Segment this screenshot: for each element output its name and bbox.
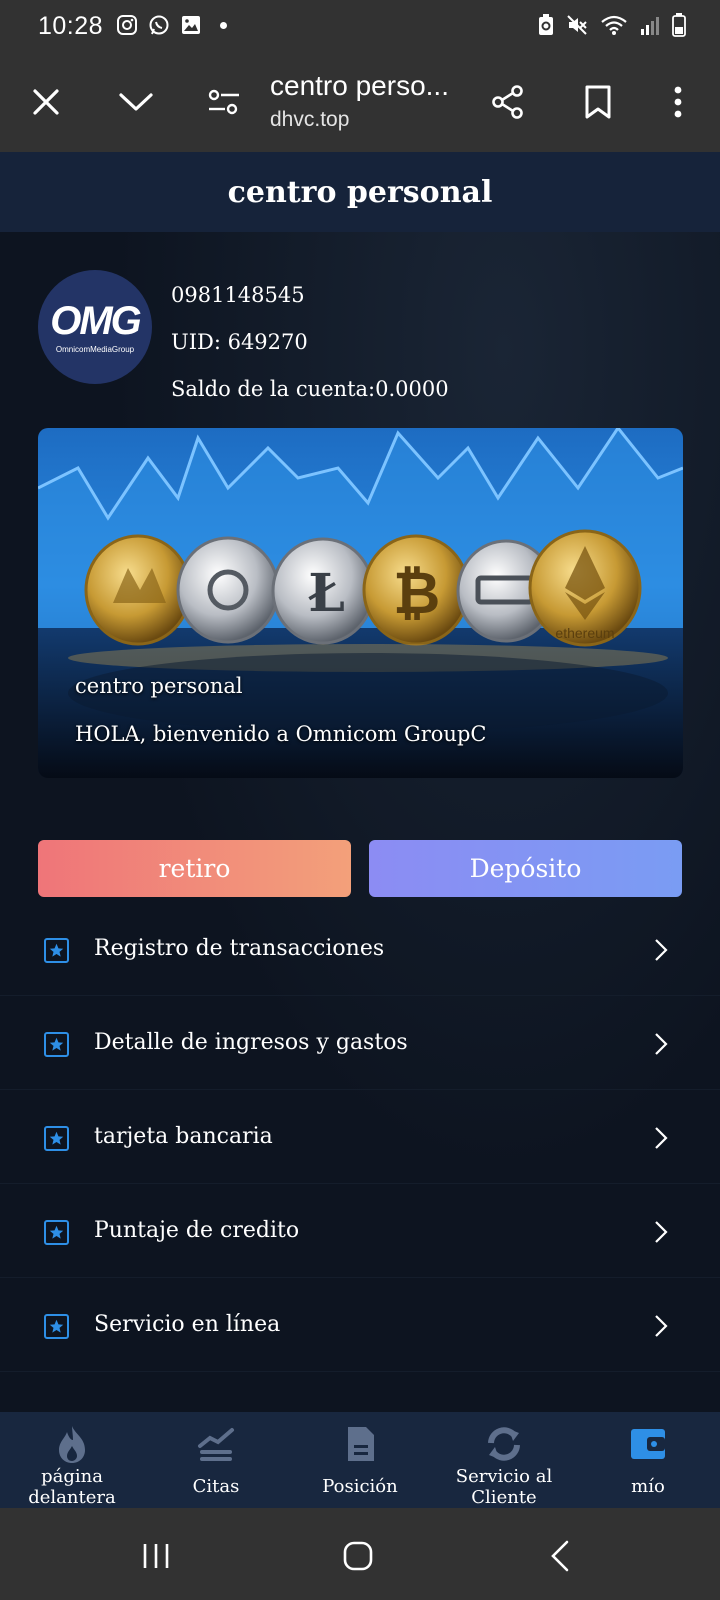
page-header: centro personal	[0, 152, 720, 232]
banner-welcome-text: HOLA, bienvenido a Omnicom GroupC	[75, 722, 487, 746]
nav-label: página delantera	[28, 1466, 116, 1508]
star-icon	[44, 1314, 69, 1339]
chevron-right-icon	[654, 1220, 668, 1248]
avatar-logo-subtext: OmnicomMediaGroup	[55, 344, 135, 354]
menu-item-label: Detalle de ingresos y gastos	[94, 1030, 408, 1055]
user-info: 0981148545 UID: 649270 Saldo de la cuent…	[171, 272, 449, 413]
main-content: OMG OmnicomMediaGroup 0981148545 UID: 64…	[0, 232, 720, 1412]
flame-icon	[55, 1424, 89, 1464]
star-icon	[44, 938, 69, 963]
wifi-icon	[600, 14, 628, 41]
menu-item-credit-score[interactable]: Puntaje de credito	[0, 1184, 720, 1278]
notification-dot-icon	[220, 21, 227, 29]
chevron-right-icon	[654, 1032, 668, 1060]
more-vertical-icon	[674, 86, 682, 118]
nav-label: Servicio al Cliente	[455, 1466, 553, 1508]
share-icon	[492, 85, 523, 119]
whatsapp-icon	[148, 14, 170, 36]
deposit-button[interactable]: Depósito	[369, 840, 682, 897]
back-icon	[551, 1540, 569, 1572]
svg-text:₿: ₿	[393, 561, 440, 626]
home-button[interactable]	[338, 1536, 378, 1576]
nav-quotes[interactable]: Citas	[144, 1412, 288, 1508]
nav-label: Posición	[322, 1476, 398, 1497]
battery-icon	[672, 13, 686, 42]
share-button[interactable]	[482, 76, 534, 128]
user-phone: 0981148545	[171, 283, 305, 307]
chevron-right-icon	[654, 1126, 668, 1154]
star-icon	[44, 1220, 69, 1245]
nav-label: mío	[631, 1476, 665, 1497]
menu-item-transactions[interactable]: Registro de transacciones	[0, 902, 720, 996]
home-icon	[343, 1541, 373, 1571]
browser-toolbar: centro perso... dhvc.top	[0, 52, 720, 152]
signal-icon	[640, 14, 660, 41]
menu-item-label: tarjeta bancaria	[94, 1124, 273, 1149]
menu-item-label: Registro de transacciones	[94, 936, 385, 961]
document-icon	[344, 1424, 376, 1464]
avatar-logo-text: OMG	[50, 298, 142, 343]
minimize-button[interactable]	[110, 76, 162, 128]
bookmark-button[interactable]	[572, 76, 624, 128]
bottom-navigation: página delantera Citas Posición Servicio…	[0, 1412, 720, 1508]
chevron-right-icon	[654, 938, 668, 966]
chart-lines-icon	[196, 1424, 236, 1464]
chevron-down-icon	[119, 93, 153, 111]
account-balance: Saldo de la cuenta:0.0000	[171, 377, 449, 401]
nav-label: Citas	[192, 1476, 240, 1497]
star-icon	[44, 1032, 69, 1057]
star-icon	[44, 1126, 69, 1151]
tune-icon	[208, 89, 239, 115]
gallery-icon	[180, 14, 202, 36]
menu-item-bank-card[interactable]: tarjeta bancaria	[0, 1090, 720, 1184]
nav-mine[interactable]: mío	[576, 1412, 720, 1508]
account-menu: Registro de transacciones Detalle de ing…	[0, 902, 720, 1372]
close-icon	[33, 89, 59, 115]
chevron-right-icon	[654, 1314, 668, 1342]
battery-saver-icon	[538, 14, 554, 41]
page-title: centro personal	[227, 174, 493, 210]
nav-home[interactable]: página delantera	[0, 1412, 144, 1508]
bookmark-icon	[585, 85, 611, 119]
browser-page-title[interactable]: centro perso...	[270, 70, 470, 102]
nav-customer-service[interactable]: Servicio al Cliente	[432, 1412, 576, 1508]
menu-item-label: Puntaje de credito	[94, 1218, 300, 1243]
status-time: 10:28	[38, 12, 104, 40]
close-tab-button[interactable]	[20, 76, 72, 128]
instagram-icon	[116, 14, 138, 36]
banner-title: centro personal	[75, 674, 243, 698]
refresh-icon	[485, 1424, 523, 1464]
system-navigation-bar	[0, 1508, 720, 1600]
svg-text:Ł: Ł	[308, 563, 345, 624]
mute-icon	[566, 14, 588, 41]
recent-apps-icon	[143, 1544, 169, 1568]
browser-url[interactable]: dhvc.top	[270, 108, 349, 132]
avatar: OMG OmnicomMediaGroup	[38, 270, 152, 384]
promo-banner: Ł ₿ ethereum centro personal HOLA, bienv…	[38, 428, 683, 778]
menu-item-income-expenses[interactable]: Detalle de ingresos y gastos	[0, 996, 720, 1090]
wallet-icon	[629, 1424, 667, 1464]
menu-item-label: Servicio en línea	[94, 1312, 281, 1337]
recent-apps-button[interactable]	[136, 1536, 176, 1576]
user-uid: UID: 649270	[171, 330, 308, 354]
status-bar: 10:28	[0, 0, 720, 52]
site-settings-button[interactable]	[198, 76, 250, 128]
withdraw-button[interactable]: retiro	[38, 840, 351, 897]
back-button[interactable]	[540, 1536, 580, 1576]
svg-text:ethereum: ethereum	[555, 625, 614, 641]
more-options-button[interactable]	[652, 76, 704, 128]
nav-position[interactable]: Posición	[288, 1412, 432, 1508]
menu-item-online-service[interactable]: Servicio en línea	[0, 1278, 720, 1372]
